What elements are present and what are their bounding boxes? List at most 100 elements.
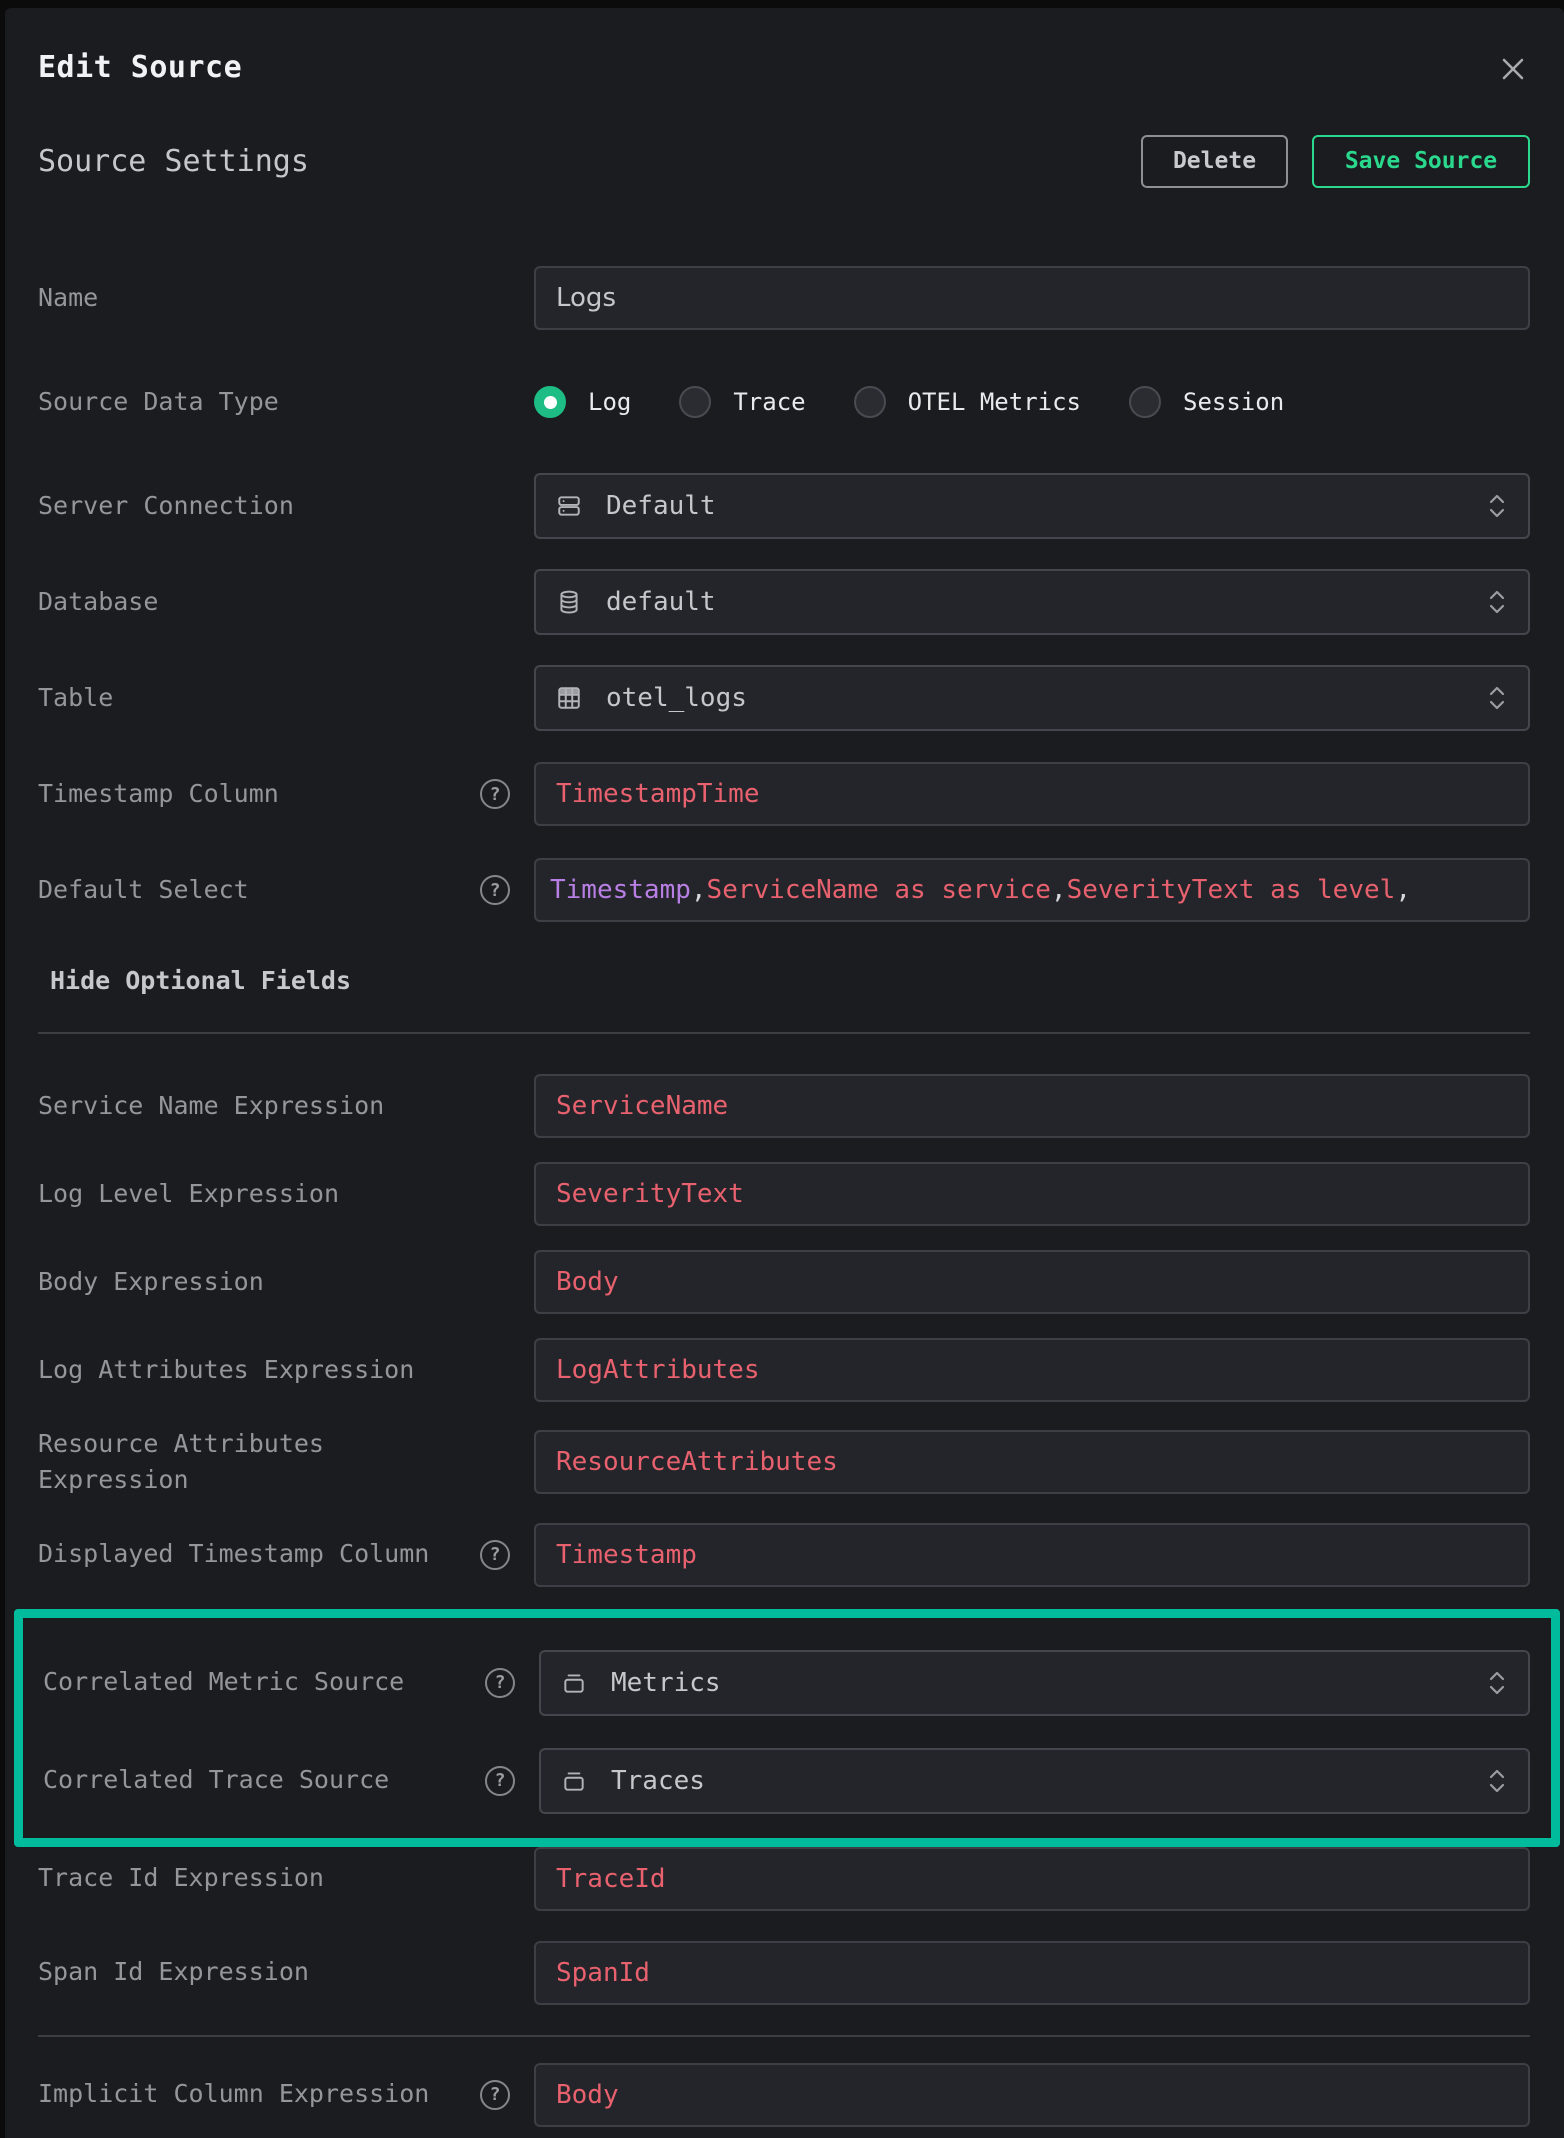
correlated-metric-source-row: Correlated Metric Source ? Metrics — [43, 1650, 1530, 1716]
correlated-trace-source-value: Traces — [611, 1766, 705, 1796]
correlated-metric-source-select[interactable]: Metrics — [539, 1650, 1530, 1716]
correlated-trace-source-select[interactable]: Traces — [539, 1748, 1530, 1814]
chevron-updown-icon — [1486, 587, 1508, 617]
database-select[interactable]: default — [534, 569, 1530, 635]
implicit-column-expression-input[interactable] — [534, 2063, 1530, 2127]
table-value: otel_logs — [606, 683, 747, 713]
server-connection-label: Server Connection — [38, 488, 294, 524]
sql-token: , — [1395, 875, 1411, 905]
server-connection-select[interactable]: Default — [534, 473, 1530, 539]
sql-token: ServiceName as service — [707, 875, 1051, 905]
radio-session-circle — [1129, 386, 1161, 418]
help-icon[interactable]: ? — [485, 1766, 515, 1796]
header-actions: Delete Save Source — [1141, 135, 1530, 188]
service-name-expression-row: Service Name Expression — [38, 1074, 1530, 1138]
source-data-type-label: Source Data Type — [38, 384, 279, 420]
resource-attributes-expression-row: Resource Attributes Expression — [38, 1426, 1530, 1499]
chevron-updown-icon — [1486, 1668, 1508, 1698]
log-attributes-expression-row: Log Attributes Expression — [38, 1338, 1530, 1402]
help-icon[interactable]: ? — [480, 2080, 510, 2110]
default-select-label: Default Select — [38, 872, 249, 908]
sql-token: SeverityText as level — [1067, 875, 1396, 905]
settings-header: Source Settings Delete Save Source — [38, 134, 1530, 188]
modal-header: Edit Source — [38, 50, 1530, 88]
help-icon[interactable]: ? — [480, 779, 510, 809]
table-select[interactable]: otel_logs — [534, 665, 1530, 731]
span-id-expression-label: Span Id Expression — [38, 1954, 309, 1990]
close-icon — [1498, 54, 1528, 84]
service-name-expression-label: Service Name Expression — [38, 1088, 384, 1124]
hide-optional-fields-toggle[interactable]: Hide Optional Fields — [50, 966, 1530, 994]
correlated-trace-source-row: Correlated Trace Source ? Traces — [43, 1748, 1530, 1814]
displayed-timestamp-column-row: Displayed Timestamp Column ? — [38, 1523, 1530, 1587]
section-divider — [38, 1032, 1530, 1034]
name-label: Name — [38, 280, 98, 316]
database-icon — [556, 589, 582, 615]
log-attributes-expression-label: Log Attributes Expression — [38, 1352, 414, 1388]
resource-attributes-expression-label: Resource Attributes Expression — [38, 1426, 478, 1499]
database-value: default — [606, 587, 716, 617]
settings-heading: Source Settings — [38, 144, 309, 179]
correlated-trace-source-label: Correlated Trace Source — [43, 1762, 389, 1798]
radio-otel-metrics-label: OTEL Metrics — [908, 388, 1081, 416]
sql-token: Timestamp — [550, 875, 691, 905]
source-data-type-group: Log Trace OTEL Metrics Session — [534, 386, 1284, 418]
modal-title: Edit Source — [38, 50, 242, 85]
span-id-expression-row: Span Id Expression — [38, 1941, 1530, 2005]
help-icon[interactable]: ? — [485, 1668, 515, 1698]
server-connection-value: Default — [606, 491, 716, 521]
section-divider — [38, 2035, 1530, 2037]
database-row: Database default — [38, 569, 1530, 635]
implicit-column-expression-row: Implicit Column Expression ? — [38, 2063, 1530, 2127]
radio-trace-label: Trace — [733, 388, 805, 416]
span-id-expression-input[interactable] — [534, 1941, 1530, 2005]
radio-otel-metrics[interactable]: OTEL Metrics — [854, 386, 1081, 418]
source-data-type-row: Source Data Type Log Trace OTEL Metrics … — [38, 382, 1530, 422]
log-level-expression-row: Log Level Expression — [38, 1162, 1530, 1226]
displayed-timestamp-column-input[interactable] — [534, 1523, 1530, 1587]
sql-token: , — [691, 875, 707, 905]
sql-token: , — [1051, 875, 1067, 905]
radio-trace[interactable]: Trace — [679, 386, 805, 418]
close-button[interactable] — [1496, 52, 1530, 86]
radio-log-circle — [534, 386, 566, 418]
help-icon[interactable]: ? — [480, 1540, 510, 1570]
table-label: Table — [38, 680, 113, 716]
radio-session-label: Session — [1183, 388, 1284, 416]
timestamp-column-input[interactable] — [534, 762, 1530, 826]
help-icon[interactable]: ? — [480, 875, 510, 905]
radio-log-label: Log — [588, 388, 631, 416]
log-attributes-expression-input[interactable] — [534, 1338, 1530, 1402]
radio-log[interactable]: Log — [534, 386, 631, 418]
body-expression-input[interactable] — [534, 1250, 1530, 1314]
body-expression-row: Body Expression — [38, 1250, 1530, 1314]
log-level-expression-label: Log Level Expression — [38, 1176, 339, 1212]
table-grid-icon — [556, 685, 582, 711]
name-input[interactable] — [534, 266, 1530, 330]
trace-id-expression-input[interactable] — [534, 1847, 1530, 1911]
chevron-updown-icon — [1486, 1766, 1508, 1796]
database-label: Database — [38, 584, 158, 620]
correlated-metric-source-value: Metrics — [611, 1668, 721, 1698]
service-name-expression-input[interactable] — [534, 1074, 1530, 1138]
radio-otel-metrics-circle — [854, 386, 886, 418]
source-box-icon — [561, 1670, 587, 1696]
delete-button[interactable]: Delete — [1141, 135, 1288, 188]
server-icon — [556, 493, 582, 519]
displayed-timestamp-column-label: Displayed Timestamp Column — [38, 1536, 429, 1572]
resource-attributes-expression-input[interactable] — [534, 1430, 1530, 1494]
correlated-sources-highlight: Correlated Metric Source ? Metrics — [14, 1609, 1560, 1847]
save-source-button[interactable]: Save Source — [1312, 135, 1530, 188]
default-select-row: Default Select ? Timestamp, ServiceName … — [38, 858, 1530, 922]
timestamp-column-row: Timestamp Column ? — [38, 762, 1530, 826]
table-row: Table otel_logs — [38, 665, 1530, 731]
log-level-expression-input[interactable] — [534, 1162, 1530, 1226]
chevron-updown-icon — [1486, 683, 1508, 713]
default-select-input[interactable]: Timestamp, ServiceName as service, Sever… — [534, 858, 1530, 922]
radio-session[interactable]: Session — [1129, 386, 1284, 418]
implicit-column-expression-label: Implicit Column Expression — [38, 2076, 429, 2112]
server-connection-row: Server Connection Default — [38, 473, 1530, 539]
body-expression-label: Body Expression — [38, 1264, 264, 1300]
correlated-metric-source-label: Correlated Metric Source — [43, 1664, 404, 1700]
name-row: Name — [38, 266, 1530, 330]
